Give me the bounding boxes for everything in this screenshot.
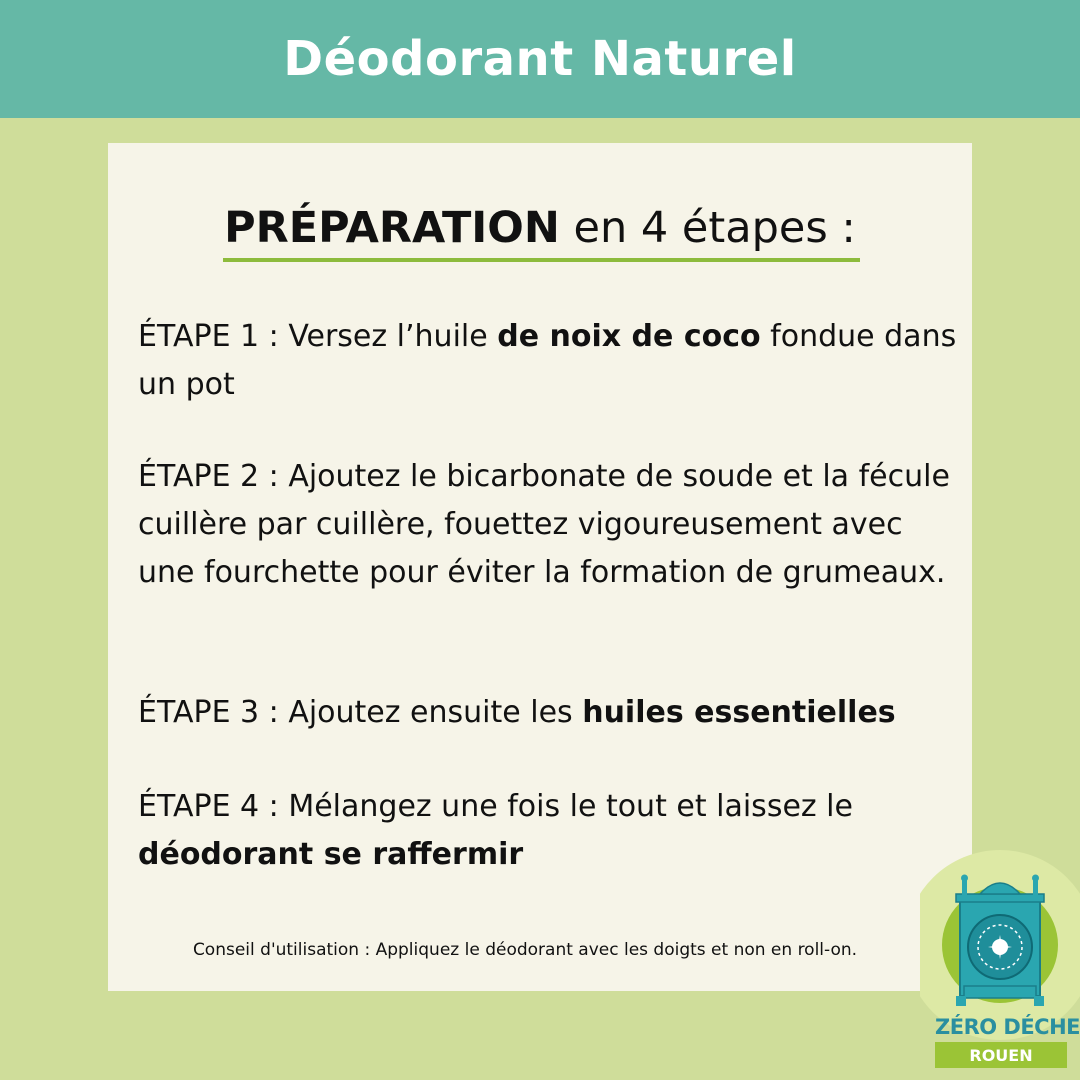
clock-tower-icon [955,874,1045,1006]
usage-tip: Conseil d'utilisation : Appliquez le déo… [192,940,858,960]
step-4-text: ÉTAPE 4 : Mélangez une fois le tout et l… [138,789,853,824]
card-title-bold: PRÉPARATION [224,203,560,253]
card-title-rest: en 4 étapes : [559,203,856,253]
step-3-bold: huiles essentielles [582,695,896,730]
page-title: Déodorant Naturel [283,31,797,87]
header-banner: Déodorant Naturel [0,0,1080,118]
preparation-card: PRÉPARATION en 4 étapes : ÉTAPE 1 : Vers… [108,143,972,991]
step-3-text: ÉTAPE 3 : Ajoutez ensuite les [138,695,583,730]
step-1-text: ÉTAPE 1 : Versez l’huile [138,319,498,354]
step-4: ÉTAPE 4 : Mélangez une fois le tout et l… [138,783,964,879]
step-3: ÉTAPE 3 : Ajoutez ensuite les huiles ess… [138,689,964,737]
logo-title: ZÉRO DÉCHET [935,1015,1080,1039]
step-1: ÉTAPE 1 : Versez l’huile de noix de coco… [138,313,964,409]
step-2-text: ÉTAPE 2 : Ajoutez le bicarbonate de soud… [138,459,950,590]
logo-city: ROUEN [935,1042,1067,1068]
step-4-bold: déodorant se raffermir [138,837,524,872]
card-title: PRÉPARATION en 4 étapes : [108,203,972,253]
step-1-bold: de noix de coco [497,319,761,354]
title-underline [223,258,860,262]
step-2: ÉTAPE 2 : Ajoutez le bicarbonate de soud… [138,453,964,597]
